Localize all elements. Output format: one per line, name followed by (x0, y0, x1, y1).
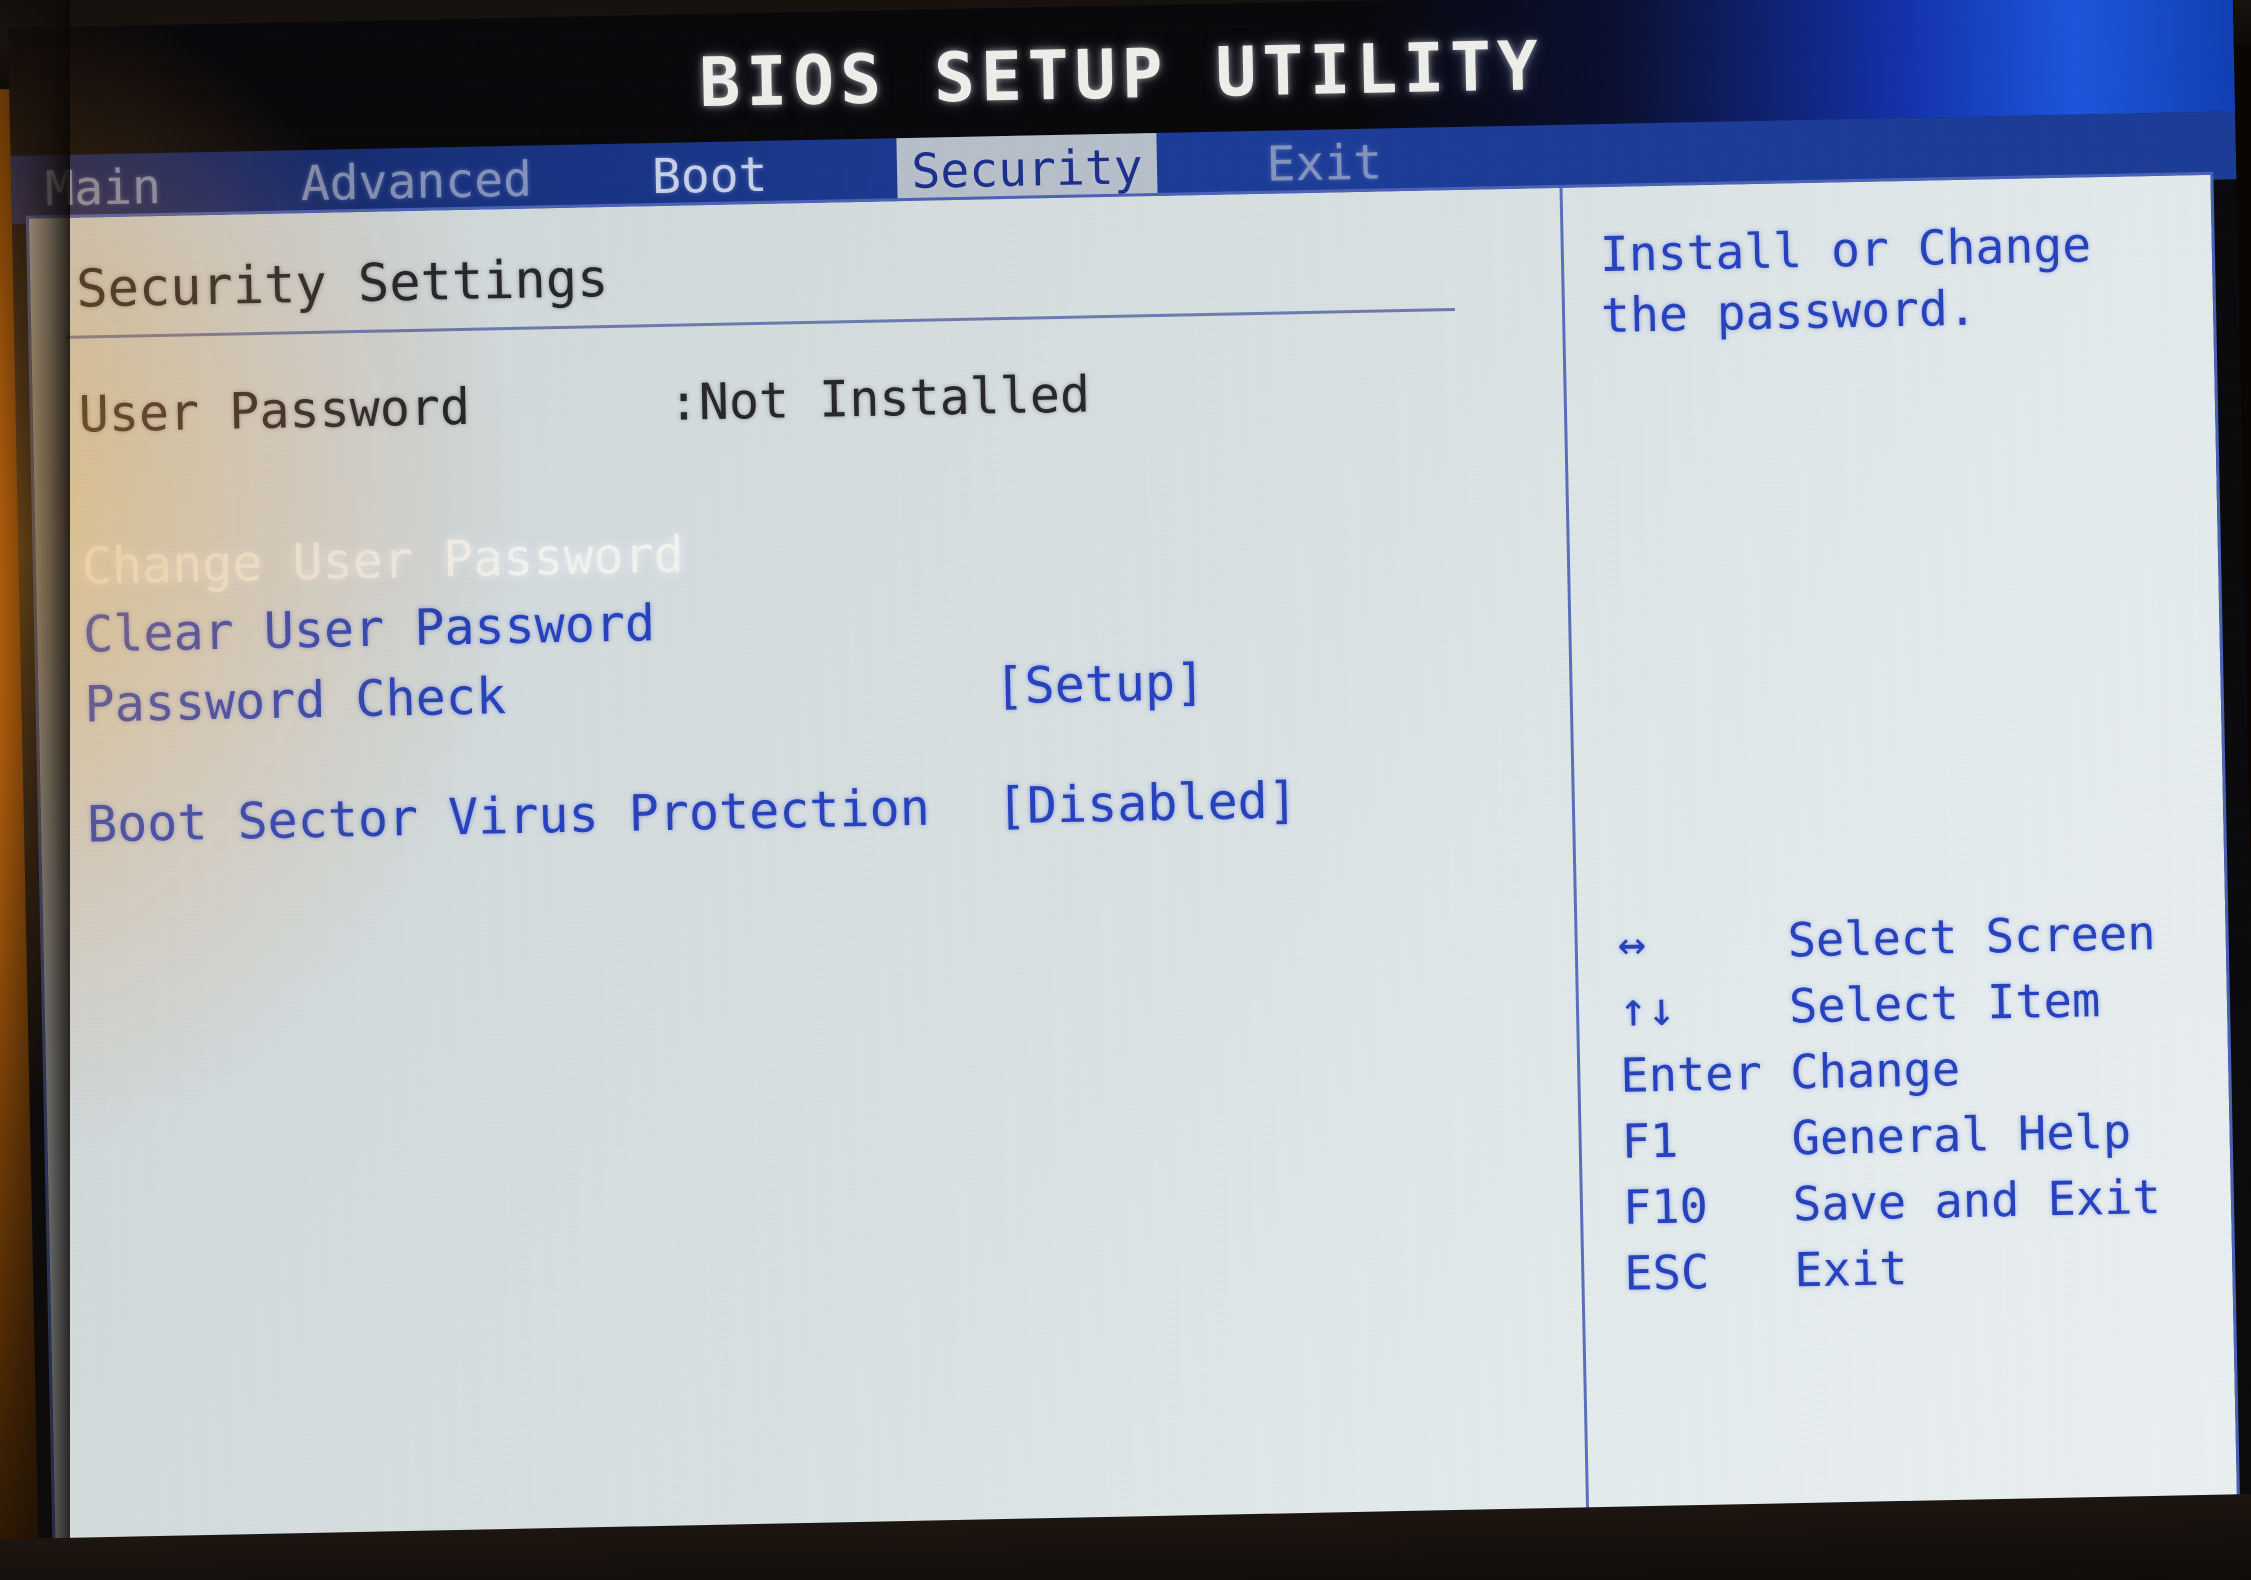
row-label-change-user-password[interactable]: Change User Password (81, 526, 684, 596)
content-frame: Security Settings User Password :Not Ins… (25, 171, 2241, 1568)
key-legend-row-select-screen: ↔ Select Screen (1617, 905, 2218, 983)
section-title: Security Settings (75, 249, 609, 320)
f1-key-label: F1 (1621, 1113, 1679, 1170)
help-column: Install or Change the password. ↔ Select… (1589, 175, 2236, 1533)
key-legend-row-save-and-exit: F10 Save and Exit (1622, 1169, 2223, 1247)
row-label-password-check[interactable]: Password Check (84, 667, 507, 733)
row-value-boot-sector-virus-protection[interactable]: [Disabled] (996, 771, 1298, 835)
key-legend-row-select-item: ↑↓ Select Item (1618, 971, 2219, 1049)
settings-column: Security Settings User Password :Not Ins… (49, 188, 1576, 1564)
key-legend-row-exit: ESC Exit (1624, 1235, 2225, 1313)
row-change-user-password[interactable]: Change User Password (81, 510, 1481, 596)
bios-screen: BIOS SETUP UTILITY Main Advanced Boot Se… (8, 0, 2251, 1573)
f10-key-label: F10 (1622, 1179, 1709, 1236)
enter-key-label: Enter (1619, 1046, 1763, 1104)
key-legend: ↔ Select Screen ↑↓ Select Item Enter Cha… (1617, 905, 2225, 1313)
key-legend-label-change: Change (1789, 1042, 1961, 1101)
help-description: Install or Change the password. (1599, 217, 2092, 345)
row-label-user-password: User Password (78, 377, 471, 444)
monitor-bezel-left (0, 0, 70, 1580)
row-user-password: User Password :Not Installed (78, 358, 1478, 443)
esc-key-label: ESC (1623, 1245, 1710, 1302)
row-label-boot-sector-virus-protection[interactable]: Boot Sector Virus Protection (86, 779, 930, 854)
key-legend-row-general-help: F1 General Help (1621, 1103, 2222, 1181)
key-legend-label-save-and-exit: Save and Exit (1792, 1170, 2162, 1233)
key-legend-label-general-help: General Help (1791, 1104, 2132, 1167)
key-legend-row-change: Enter Change (1620, 1037, 2221, 1115)
photo-environment: BIOS SETUP UTILITY Main Advanced Boot Se… (0, 0, 2251, 1580)
row-boot-sector-virus-protection[interactable]: Boot Sector Virus Protection [Disabled] (86, 767, 1486, 853)
key-legend-label-exit: Exit (1793, 1241, 1909, 1299)
up-down-arrow-icon: ↑↓ (1618, 981, 1677, 1038)
key-legend-label-select-screen: Select Screen (1787, 906, 2157, 969)
left-right-arrow-icon: ↔ (1617, 916, 1647, 972)
row-value-password-check[interactable]: [Setup] (994, 653, 1206, 715)
monitor-screen-wrapper: BIOS SETUP UTILITY Main Advanced Boot Se… (8, 0, 2251, 1580)
row-label-clear-user-password[interactable]: Clear User Password (83, 594, 656, 663)
key-legend-label-select-item: Select Item (1788, 973, 2101, 1035)
row-value-user-password: :Not Installed (668, 365, 1091, 432)
